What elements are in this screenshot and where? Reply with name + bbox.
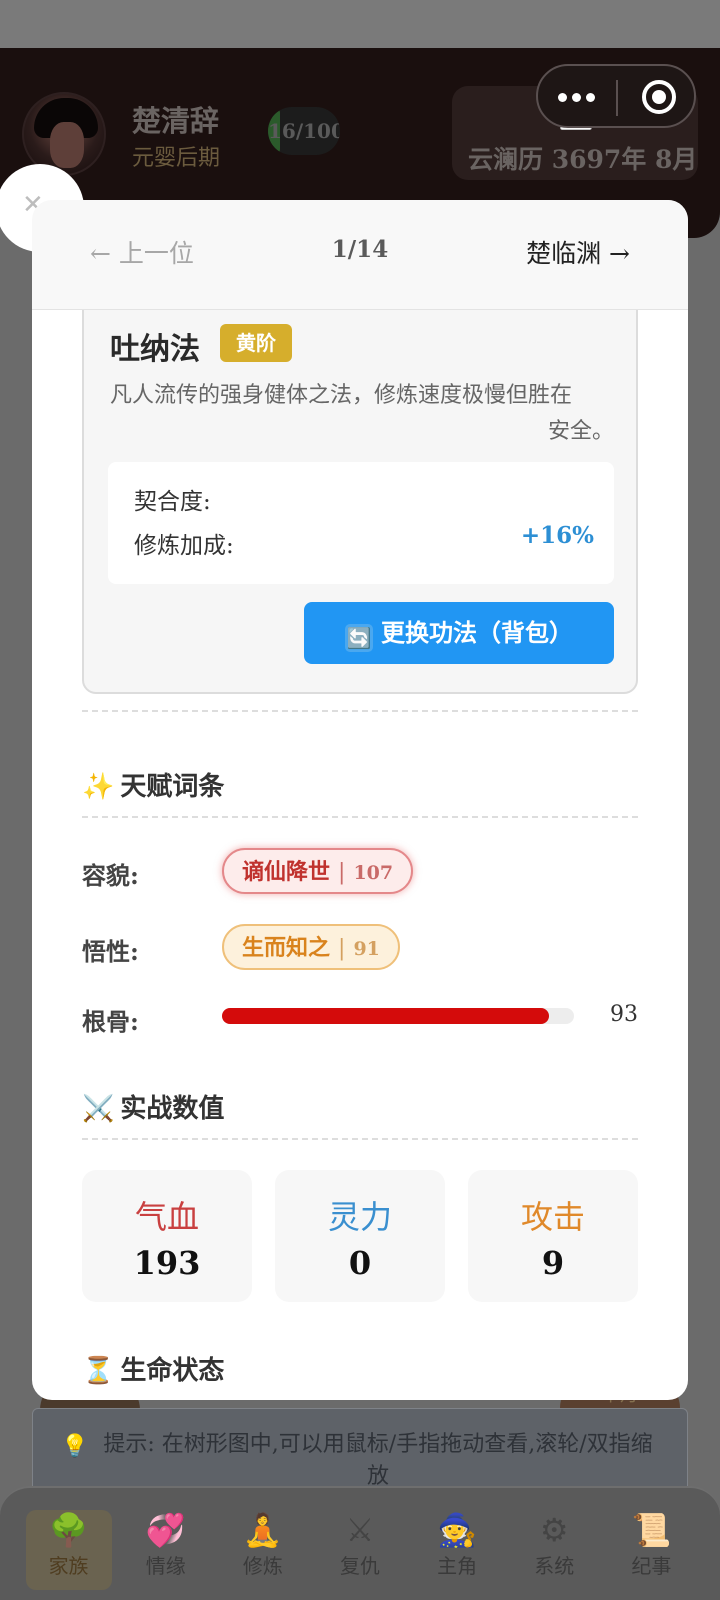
stat-label: 灵力: [327, 1198, 392, 1236]
next-character-button[interactable]: 楚临渊 →: [526, 234, 630, 270]
stat-box-attack: 攻击 9: [468, 1170, 638, 1302]
stat-value: 9: [541, 1244, 565, 1282]
sparkles-icon: ✨: [82, 772, 115, 802]
training-bonus-label: 修炼加成:: [134, 533, 234, 559]
nav-icon: 📜: [631, 1511, 672, 1549]
skill-description-line2: 安全。: [547, 419, 614, 444]
nav-item-4[interactable]: 🧙 主角: [414, 1510, 500, 1590]
talent-label-comprehension: 悟性:: [82, 937, 139, 966]
calendar-date: 云澜历 3697年 8月: [468, 145, 698, 174]
talent-label-appearance: 容貌:: [82, 861, 139, 890]
nav-label: 修炼: [242, 1554, 283, 1578]
talents-title-text: 天赋词条: [120, 772, 225, 802]
skill-grade-badge: 黄阶: [220, 324, 292, 362]
combat-title-text: 实战数值: [120, 1094, 225, 1124]
tag-separator: |: [338, 936, 346, 961]
hourglass-icon: ⏳: [82, 1356, 115, 1386]
life-section-title: ⏳ 生命状态: [82, 1350, 224, 1387]
nav-item-1[interactable]: 💞 情缘: [123, 1510, 209, 1590]
status-bar: [0, 0, 720, 48]
character-detail-modal: ← 上一位 1/14 楚临渊 → 吐纳法 黄阶 凡人流传的强身健体之法，修炼速度…: [32, 200, 688, 1400]
stat-box-hp: 气血 193: [82, 1170, 252, 1302]
training-bonus-value: +16%: [520, 522, 594, 549]
nav-label: 情缘: [145, 1554, 186, 1578]
skill-description: 凡人流传的强身健体之法，修炼速度极慢但胜在 安全。: [110, 378, 614, 450]
section-divider: [82, 710, 638, 712]
nav-icon: 💞: [145, 1511, 186, 1549]
avatar-face: [50, 122, 84, 168]
nav-label: 家族: [48, 1554, 89, 1578]
life-title-text: 生命状态: [120, 1356, 225, 1386]
nav-label: 纪事: [631, 1554, 672, 1578]
talent-tag-value: 107: [353, 862, 394, 884]
nav-item-2[interactable]: 🧘 修炼: [220, 1510, 306, 1590]
nav-icon: ⚔: [345, 1511, 375, 1549]
skill-name: 吐纳法: [110, 332, 200, 367]
section-divider: [82, 816, 638, 818]
nav-label: 主角: [437, 1554, 478, 1578]
hero-realm: 元婴后期: [132, 146, 221, 171]
talent-tag-appearance[interactable]: 谪仙降世 | 107: [222, 848, 414, 894]
talent-tag-name: 谪仙降世: [242, 859, 331, 885]
bone-value: 93: [610, 1002, 638, 1027]
hint-box: 💡 提示: 在树形图中,可以用鼠标/手指拖动查看,滚轮/双指缩放: [32, 1408, 688, 1494]
refresh-icon: 🔄: [345, 624, 373, 652]
nav-icon: ⚙: [539, 1511, 569, 1549]
stat-value: 193: [133, 1244, 201, 1282]
tag-separator: |: [338, 860, 346, 885]
swap-skill-label: 更换功法（背包）: [381, 618, 573, 647]
nav-item-6[interactable]: 📜 纪事: [608, 1510, 694, 1590]
hint-text: 提示: 在树形图中,可以用鼠标/手指拖动查看,滚轮/双指缩放: [103, 1432, 653, 1489]
modal-scroll-content[interactable]: 吐纳法 黄阶 凡人流传的强身健体之法，修炼速度极慢但胜在 安全。 契合度: 修炼…: [32, 310, 688, 1400]
more-icon[interactable]: [558, 82, 602, 112]
capsule-divider: [616, 80, 618, 116]
bottom-nav: 🌳 家族 💞 情缘 🧘 修炼 ⚔ 复仇 🧙 主角 ⚙ 系统 📜 纪事: [0, 1486, 720, 1600]
hero-name: 楚清辞: [132, 104, 220, 138]
combat-section-title: ⚔️ 实战数值: [82, 1088, 224, 1125]
nav-item-3[interactable]: ⚔ 复仇: [317, 1510, 403, 1590]
exp-progress-text: 16/100: [268, 119, 340, 143]
talents-section-title: ✨ 天赋词条: [82, 766, 224, 803]
nav-icon: 🌳: [48, 1511, 89, 1549]
nav-icon: 🧘: [242, 1511, 283, 1549]
modal-header: ← 上一位 1/14 楚临渊 →: [32, 200, 688, 310]
talent-tag-name: 生而知之: [242, 935, 331, 961]
miniprogram-capsule: [536, 64, 696, 128]
stat-value: 0: [348, 1244, 372, 1282]
crossed-swords-icon: ⚔️: [82, 1094, 115, 1124]
nav-item-5[interactable]: ⚙ 系统: [511, 1510, 597, 1590]
talent-tag-value: 91: [353, 938, 380, 960]
stat-label: 气血: [134, 1198, 199, 1236]
talent-tag-comprehension[interactable]: 生而知之 | 91: [222, 924, 400, 970]
lightbulb-icon: 💡: [61, 1434, 89, 1459]
nav-icon: 🧙: [437, 1511, 478, 1549]
nav-item-0[interactable]: 🌳 家族: [25, 1510, 112, 1590]
bone-progress-fill: [222, 1008, 550, 1024]
exp-progress: 16/100: [268, 107, 340, 155]
bone-progress-bar: [222, 1008, 574, 1024]
stat-box-mana: 灵力 0: [275, 1170, 445, 1302]
section-divider: [82, 1138, 638, 1140]
nav-label: 系统: [534, 1554, 575, 1578]
skill-description-line1: 凡人流传的强身健体之法，修炼速度极慢但胜在: [110, 383, 573, 408]
cultivation-skill-card: 吐纳法 黄阶 凡人流传的强身健体之法，修炼速度极慢但胜在 安全。 契合度: 修炼…: [82, 310, 638, 694]
close-miniprogram-icon[interactable]: [642, 80, 676, 114]
skill-stats-box: 契合度: 修炼加成: +16%: [108, 462, 614, 584]
swap-skill-button[interactable]: 🔄 更换功法（背包）: [304, 602, 614, 664]
talent-label-bone: 根骨:: [82, 1007, 139, 1036]
stat-label: 攻击: [520, 1198, 585, 1236]
nav-label: 复仇: [339, 1554, 380, 1578]
affinity-label: 契合度:: [134, 489, 211, 515]
